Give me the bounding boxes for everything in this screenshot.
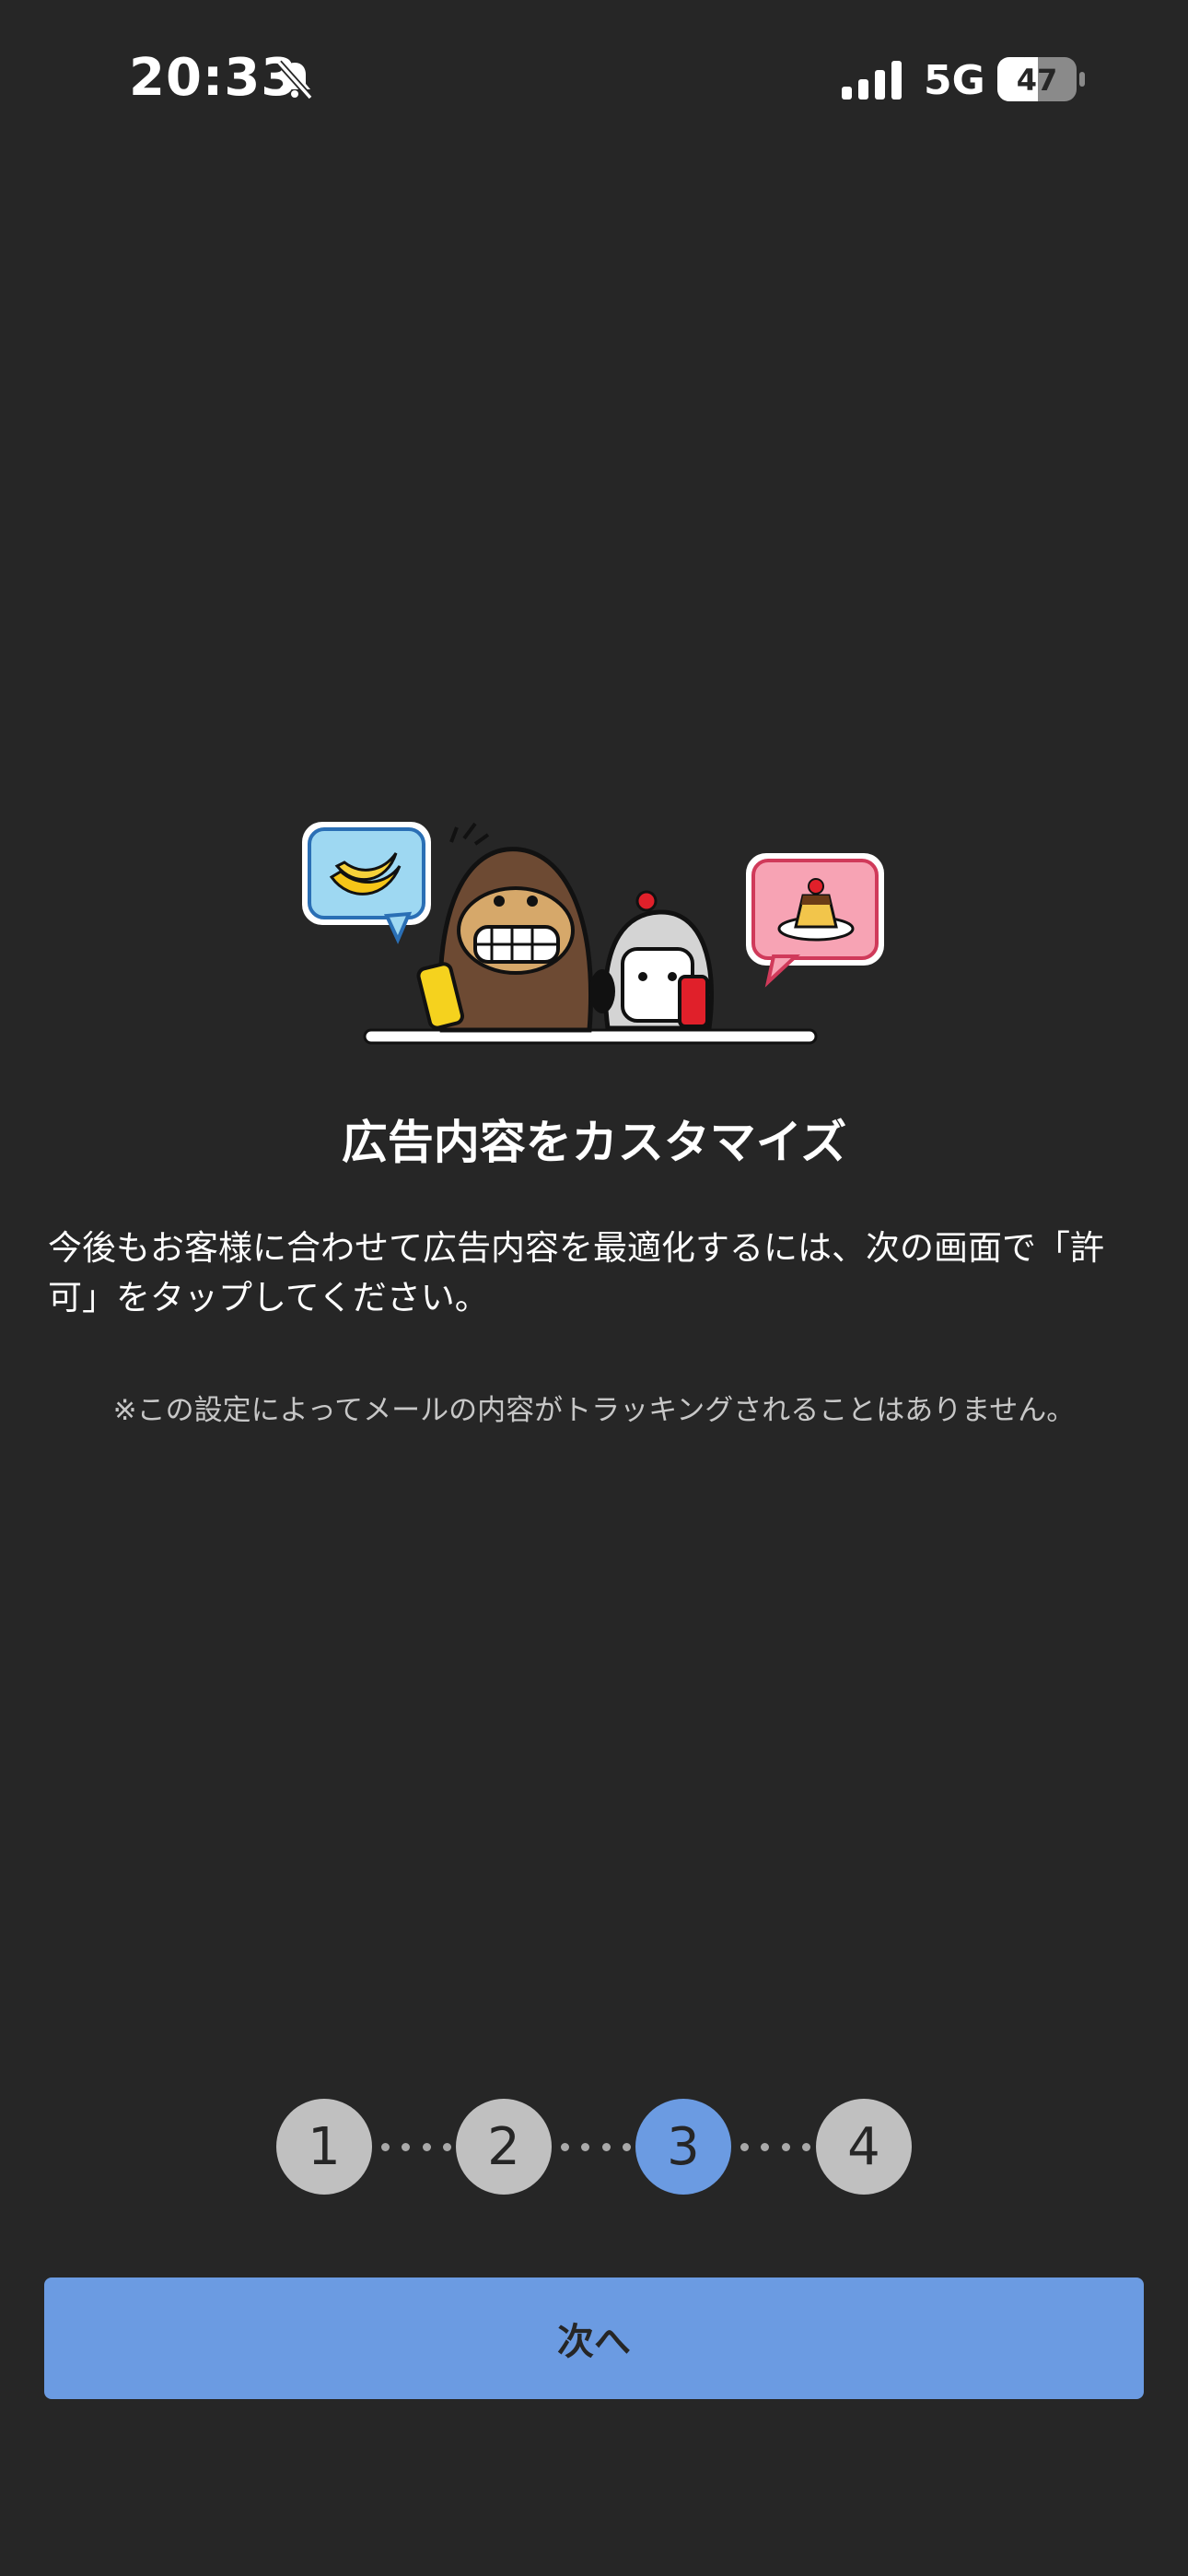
description-text: 今後もお客様に合わせて広告内容を最適化するには、次の画面で「許可」をタップしてく… [48, 1228, 1104, 1317]
battery-level: 47 [1017, 63, 1058, 98]
step-connector [561, 2143, 631, 2152]
step-3-current: 3 [635, 2099, 731, 2195]
monkey-character-icon [416, 822, 594, 1033]
mascot-illustration [302, 822, 884, 1045]
bell-slash-icon [276, 60, 313, 100]
step-indicator: 1 2 3 4 [276, 2099, 912, 2195]
tracking-note: ※この設定によってメールの内容がトラッキングされることはありません。 [112, 1394, 1076, 1427]
robot-character-icon [589, 890, 714, 1031]
next-button[interactable]: 次へ [44, 2277, 1144, 2399]
battery-icon: 47 [997, 57, 1085, 101]
step-4: 4 [816, 2099, 912, 2195]
signal-icon [842, 61, 902, 100]
banana-bubble-icon [302, 822, 431, 944]
screen: 20:33 5G 47 広告内容をカスタマイズ 今後もお客様に合わせて広告内容を… [0, 0, 1188, 2576]
step-1: 1 [276, 2099, 372, 2195]
page-title: 広告内容をカスタマイズ [341, 1116, 847, 1169]
status-bar: 20:33 5G 47 [0, 0, 1188, 162]
step-connector [740, 2143, 810, 2152]
pudding-bubble-icon [746, 853, 884, 988]
step-connector [381, 2143, 451, 2152]
step-2: 2 [456, 2099, 552, 2195]
network-type: 5G [924, 57, 985, 104]
